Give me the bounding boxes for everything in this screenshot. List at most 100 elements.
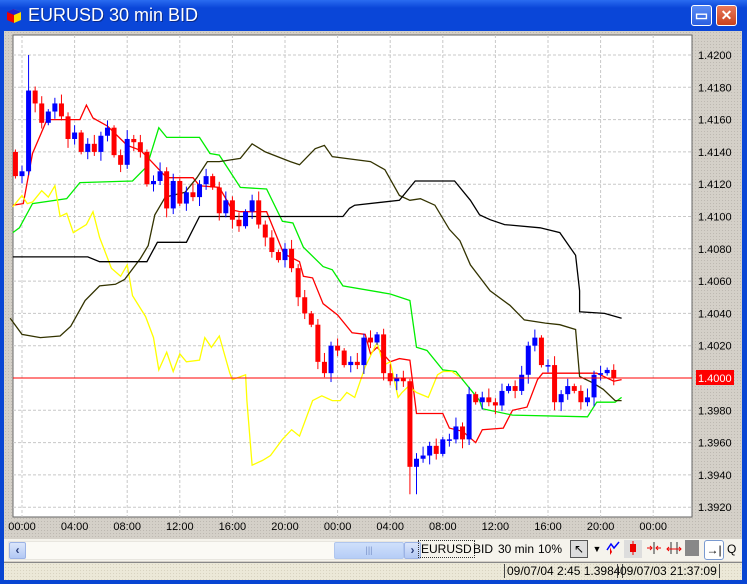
candle-body[interactable]: [236, 219, 242, 227]
candle-body[interactable]: [565, 386, 571, 395]
zoom-in-button[interactable]: [645, 540, 663, 558]
zoom-label[interactable]: 10%: [538, 542, 562, 556]
candle-body[interactable]: [473, 394, 479, 403]
candle-body[interactable]: [427, 445, 433, 456]
candle-body[interactable]: [164, 171, 170, 209]
candle-body[interactable]: [137, 142, 143, 152]
candle-body[interactable]: [433, 445, 439, 454]
candle-body[interactable]: [492, 402, 498, 406]
candle-body[interactable]: [131, 138, 137, 143]
candle-body[interactable]: [19, 171, 25, 177]
candle-body[interactable]: [12, 151, 18, 177]
candle-body[interactable]: [571, 386, 577, 391]
candle-body[interactable]: [190, 192, 196, 198]
candle-body[interactable]: [584, 397, 590, 403]
candle-body[interactable]: [407, 381, 413, 467]
cursor-tool-button[interactable]: ↖: [570, 540, 588, 558]
candle-body[interactable]: [170, 180, 176, 209]
candle-body[interactable]: [545, 365, 551, 367]
candle-body[interactable]: [203, 176, 209, 185]
candle-body[interactable]: [197, 184, 203, 198]
candle-body[interactable]: [538, 337, 544, 366]
candle-body[interactable]: [104, 127, 110, 136]
scroll-left-button[interactable]: ‹: [9, 542, 26, 559]
candle-body[interactable]: [321, 361, 327, 374]
candle-body[interactable]: [348, 361, 354, 366]
candle-body[interactable]: [118, 155, 124, 165]
q-button[interactable]: Q: [727, 542, 736, 556]
candle-body[interactable]: [486, 397, 492, 403]
candle-body[interactable]: [124, 138, 130, 165]
candle-body[interactable]: [453, 426, 459, 440]
candle-body[interactable]: [183, 192, 189, 204]
candle-body[interactable]: [111, 127, 117, 156]
candle-body[interactable]: [466, 394, 472, 440]
candle-body[interactable]: [216, 187, 222, 214]
candle-body[interactable]: [262, 224, 268, 238]
candle-style-button[interactable]: [624, 540, 642, 558]
candle-body[interactable]: [223, 200, 229, 214]
candle-body[interactable]: [420, 455, 426, 459]
candle-body[interactable]: [295, 268, 301, 298]
candle-body[interactable]: [506, 386, 512, 391]
candle-body[interactable]: [315, 324, 321, 362]
candle-body[interactable]: [558, 394, 564, 403]
horizontal-scrollbar[interactable]: ‹ ||| ›: [8, 541, 421, 560]
candle-body[interactable]: [275, 252, 281, 261]
candle-body[interactable]: [341, 350, 347, 366]
candle-body[interactable]: [65, 116, 71, 139]
candle-body[interactable]: [32, 90, 38, 104]
candle-body[interactable]: [361, 337, 367, 366]
candle-body[interactable]: [269, 237, 275, 253]
candle-body[interactable]: [381, 334, 387, 374]
candle-body[interactable]: [157, 171, 163, 181]
candle-body[interactable]: [440, 439, 446, 454]
candle-body[interactable]: [460, 426, 466, 440]
candle-body[interactable]: [256, 200, 262, 225]
candle-body[interactable]: [229, 200, 235, 220]
candle-body[interactable]: [210, 176, 216, 188]
zoom-out-button[interactable]: [665, 540, 683, 558]
candle-body[interactable]: [335, 345, 341, 351]
candle-body[interactable]: [249, 200, 255, 212]
candle-body[interactable]: [552, 365, 558, 403]
candle-body[interactable]: [243, 211, 249, 227]
scroll-to-end-button[interactable]: →|: [704, 540, 724, 560]
candle-body[interactable]: [39, 103, 45, 123]
candle-body[interactable]: [354, 361, 360, 366]
candle-body[interactable]: [26, 90, 32, 172]
candle-body[interactable]: [414, 458, 419, 467]
candle-body[interactable]: [289, 248, 295, 269]
candle-body[interactable]: [78, 132, 84, 152]
period-label[interactable]: 30 min: [498, 542, 534, 556]
candle-body[interactable]: [532, 337, 538, 346]
candle-body[interactable]: [604, 369, 610, 374]
candle-body[interactable]: [144, 151, 150, 185]
candle-body[interactable]: [45, 111, 51, 123]
symbol-selector[interactable]: EURUSD: [418, 540, 475, 558]
candle-body[interactable]: [72, 132, 78, 139]
candle-body[interactable]: [479, 397, 485, 403]
candle-body[interactable]: [519, 374, 525, 391]
candle-body[interactable]: [151, 180, 156, 185]
candle-body[interactable]: [282, 248, 288, 261]
candle-body[interactable]: [598, 373, 604, 375]
disabled-tool-button[interactable]: [685, 540, 699, 556]
candle-body[interactable]: [85, 143, 91, 152]
candle-body[interactable]: [446, 439, 452, 441]
candle-body[interactable]: [177, 180, 183, 204]
candle-body[interactable]: [525, 345, 531, 375]
candle-body[interactable]: [58, 103, 64, 117]
trendline-tool-button[interactable]: [604, 540, 622, 558]
price-type-label[interactable]: BID: [473, 542, 493, 556]
scrollbar-thumb[interactable]: |||: [334, 542, 404, 559]
candle-body[interactable]: [499, 390, 505, 406]
candle-body[interactable]: [367, 337, 373, 343]
price-chart[interactable]: 1.4200 1.4180 1.4160 1.4140 1.4120 1.4100 1.40…: [0, 0, 747, 540]
candle-body[interactable]: [328, 345, 334, 374]
candle-body[interactable]: [578, 390, 584, 403]
candle-body[interactable]: [611, 369, 617, 378]
candle-body[interactable]: [52, 103, 58, 112]
candle-body[interactable]: [308, 313, 314, 325]
candle-body[interactable]: [374, 334, 380, 343]
